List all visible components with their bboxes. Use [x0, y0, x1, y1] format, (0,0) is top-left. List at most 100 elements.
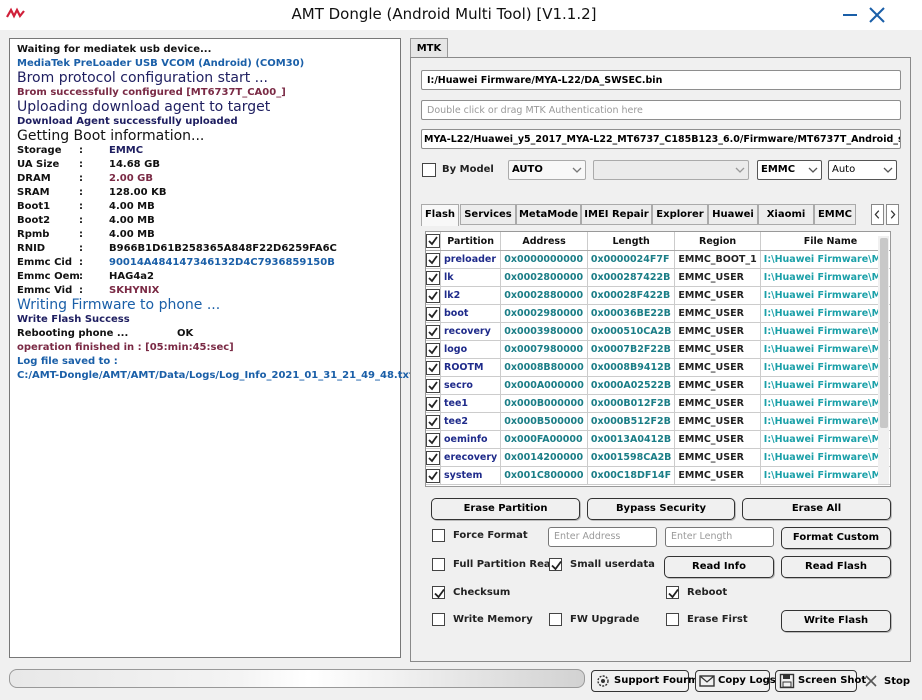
- small-userdata-checkbox[interactable]: [549, 558, 562, 571]
- auth-file-field[interactable]: Double click or drag MTK Authentication …: [421, 100, 901, 120]
- tab-scroll-right-icon[interactable]: [886, 204, 899, 225]
- partition-file[interactable]: I:\Huawei Firmware\MY...: [760, 250, 890, 269]
- mode-select[interactable]: Auto: [828, 160, 897, 180]
- table-row[interactable]: logo 0x0007980000 0x0007B2F22B EMMC_USER I:\…: [426, 340, 890, 359]
- tab-explorer[interactable]: Explorer: [652, 204, 708, 225]
- minimize-icon[interactable]: [838, 4, 862, 26]
- small-userdata-label: Small userdata: [570, 559, 655, 570]
- da-file-field[interactable]: I:/Huawei Firmware/MYA-L22/DA_SWSEC.bin: [421, 70, 901, 90]
- write-memory-checkbox[interactable]: [432, 613, 445, 626]
- tab-emmc[interactable]: EMMC: [814, 204, 856, 225]
- model-select[interactable]: AUTO: [508, 160, 586, 180]
- erase-first-label: Erase First: [687, 614, 748, 625]
- row-checkbox[interactable]: [426, 304, 441, 323]
- checkmark-icon: [428, 398, 438, 408]
- partition-file[interactable]: I:\Huawei Firmware\MY...: [760, 268, 890, 287]
- copy-logs-button[interactable]: Copy Logs: [695, 670, 776, 692]
- table-row[interactable]: lk2 0x0002880000 0x00028F422B EMMC_USER I:\H…: [426, 286, 890, 305]
- tab-huawei[interactable]: Huawei: [708, 204, 758, 225]
- partition-file[interactable]: I:\Huawei Firmware\MY...: [760, 286, 890, 305]
- table-row[interactable]: system 0x001C800000 0x00C18DF14F EMMC_USER I…: [426, 466, 890, 485]
- row-checkbox[interactable]: [426, 340, 441, 359]
- partition-length: 0x000B512F2B: [587, 412, 676, 431]
- tab-services[interactable]: Services: [460, 204, 516, 225]
- checkmark-icon: [428, 308, 438, 318]
- column-header-length[interactable]: Length: [587, 232, 676, 251]
- scatter-file-field[interactable]: MYA-L22/Huawei_y5_2017_MYA-L22_MT6737_C1…: [421, 129, 901, 149]
- read-flash-button[interactable]: Read Flash: [781, 556, 891, 578]
- row-checkbox[interactable]: [426, 358, 441, 377]
- log-line: Log file saved to :: [17, 356, 118, 367]
- read-info-button[interactable]: Read Info: [664, 556, 774, 578]
- row-checkbox[interactable]: [426, 286, 441, 305]
- by-model-checkbox[interactable]: [422, 163, 436, 177]
- checkmark-icon: [428, 326, 438, 336]
- erase-partition-button[interactable]: Erase Partition: [431, 498, 580, 520]
- column-header-file-name[interactable]: File Name: [760, 232, 890, 251]
- table-row[interactable]: erecovery 0x0014200000 0x001598CA2B EMMC_US…: [426, 448, 890, 467]
- row-checkbox[interactable]: [426, 466, 441, 485]
- table-row[interactable]: preloader 0x0000000000 0x0000024F7F EMMC_BO…: [426, 250, 890, 269]
- table-scroll-thumb[interactable]: [880, 238, 888, 428]
- table-row[interactable]: recovery 0x0003980000 0x000510CA2B EMMC_USE…: [426, 322, 890, 341]
- tab-xiaomi[interactable]: Xiaomi: [758, 204, 814, 225]
- address-input[interactable]: Enter Address: [548, 527, 657, 547]
- table-row[interactable]: tee1 0x000B000000 0x000B012F2B EMMC_USER I:\…: [426, 394, 890, 413]
- reboot-log-line: Rebooting phone ... OK: [17, 328, 194, 339]
- row-checkbox[interactable]: [426, 430, 441, 449]
- storage-select[interactable]: EMMC: [757, 160, 822, 180]
- table-row[interactable]: secro 0x000A000000 0x000A02522B EMMC_USER I:…: [426, 376, 890, 395]
- checksum-checkbox[interactable]: [432, 586, 445, 599]
- table-row[interactable]: ROOTM 0x0008B80000 0x0008B9412B EMMC_USER I:…: [426, 358, 890, 377]
- force-format-checkbox[interactable]: [432, 529, 445, 542]
- row-checkbox[interactable]: [426, 412, 441, 431]
- partition-file[interactable]: I:\Huawei Firmware\MY...: [760, 412, 890, 431]
- row-checkbox[interactable]: [426, 250, 441, 269]
- erase-first-checkbox[interactable]: [666, 613, 679, 626]
- format-custom-button[interactable]: Format Custom: [781, 527, 891, 549]
- boot-info-value: B966B1D61B258365A848F22D6259FA6C: [109, 243, 337, 254]
- close-icon[interactable]: [866, 4, 888, 26]
- screen-shot-button[interactable]: Screen Shot: [775, 670, 866, 692]
- partition-file[interactable]: I:\Huawei Firmware\MY...: [760, 448, 890, 467]
- column-header-partition[interactable]: Partition: [440, 232, 502, 251]
- partition-file[interactable]: I:\Huawei Firmware\MY...: [760, 394, 890, 413]
- tab-metamode[interactable]: MetaMode: [516, 204, 581, 225]
- partition-file[interactable]: I:\Huawei Firmware\MY...: [760, 304, 890, 323]
- stop-button[interactable]: Stop: [864, 672, 910, 692]
- row-checkbox[interactable]: [426, 268, 441, 287]
- table-row[interactable]: tee2 0x000B500000 0x000B512F2B EMMC_USER I:\…: [426, 412, 890, 431]
- row-checkbox[interactable]: [426, 448, 441, 467]
- support-forum-button[interactable]: Support Fourm: [591, 670, 698, 692]
- bypass-security-button[interactable]: Bypass Security: [587, 498, 735, 520]
- device-select[interactable]: [593, 160, 749, 180]
- partition-file[interactable]: I:\Huawei Firmware\MY...: [760, 358, 890, 377]
- tab-imei-repair[interactable]: IMEI Repair: [581, 204, 652, 225]
- erase-all-button[interactable]: Erase All: [742, 498, 891, 520]
- column-header-region[interactable]: Region: [674, 232, 761, 251]
- reboot-checkbox[interactable]: [666, 586, 679, 599]
- partition-name: lk2: [440, 286, 502, 305]
- partition-file[interactable]: I:\Huawei Firmware\MY...: [760, 376, 890, 395]
- select-all-checkbox[interactable]: [426, 232, 441, 251]
- table-row[interactable]: boot 0x0002980000 0x00036BE22B EMMC_USER I:\…: [426, 304, 890, 323]
- partition-file[interactable]: I:\Huawei Firmware\MY...: [760, 466, 890, 485]
- fw-upgrade-checkbox[interactable]: [549, 613, 562, 626]
- row-checkbox[interactable]: [426, 394, 441, 413]
- chevron-down-icon: [808, 167, 818, 173]
- column-header-address[interactable]: Address: [500, 232, 588, 251]
- partition-file[interactable]: I:\Huawei Firmware\MY...: [760, 340, 890, 359]
- write-flash-button[interactable]: Write Flash: [781, 610, 891, 632]
- row-checkbox[interactable]: [426, 376, 441, 395]
- partition-file[interactable]: I:\Huawei Firmware\MY...: [760, 322, 890, 341]
- screen-shot-label: Screen Shot: [798, 675, 867, 686]
- tab-scroll-left-icon[interactable]: [871, 204, 884, 225]
- full-partition-read-checkbox[interactable]: [432, 558, 445, 571]
- row-checkbox[interactable]: [426, 322, 441, 341]
- length-input[interactable]: Enter Length: [665, 527, 774, 547]
- table-row[interactable]: lk 0x0002800000 0x000287422B EMMC_USER I:\Hu…: [426, 268, 890, 287]
- tab-flash[interactable]: Flash: [421, 204, 459, 226]
- tab-mtk[interactable]: MTK: [410, 38, 448, 58]
- table-row[interactable]: oeminfo 0x000FA00000 0x0013A0412B EMMC_USER…: [426, 430, 890, 449]
- partition-file[interactable]: I:\Huawei Firmware\MY...: [760, 430, 890, 449]
